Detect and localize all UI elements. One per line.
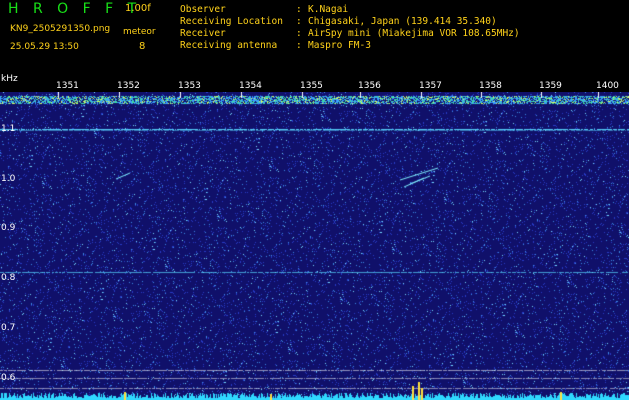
info-separator: : — [296, 28, 302, 39]
meteor-label: meteor — [123, 27, 156, 37]
y-tick-label: 0.9 — [1, 223, 16, 233]
y-tick-label: 1.0 — [1, 174, 16, 184]
info-separator: : — [296, 4, 302, 15]
y-tick-label: 0.7 — [1, 323, 16, 333]
x-tick-label: 1356 — [358, 81, 381, 91]
meteor-count: 8 — [139, 41, 146, 52]
x-tick-label: 1352 — [117, 81, 140, 91]
x-tick-label: 1354 — [239, 81, 262, 91]
info-separator: : — [296, 16, 302, 27]
x-tick-label: 1359 — [539, 81, 562, 91]
x-tick-label: 1351 — [56, 81, 79, 91]
info-label-location: Receiving Location — [180, 16, 283, 27]
x-tick-label: 1357 — [419, 81, 442, 91]
info-label-observer: Observer — [180, 4, 226, 15]
y-tick-label: 0.8 — [1, 273, 16, 283]
y-tick-label: 0.6 — [1, 373, 16, 383]
spectrogram-canvas — [0, 92, 629, 400]
info-label-receiver: Receiver — [180, 28, 226, 39]
version-label: 1.00f — [125, 3, 151, 14]
x-tick-label: 1400 — [596, 81, 619, 91]
hroft-window: H R O F F T 1.00f KN9_2505291350.png 25.… — [0, 0, 629, 400]
x-tick-label: 1353 — [178, 81, 201, 91]
x-tick-label: 1355 — [300, 81, 323, 91]
info-separator: : — [296, 40, 302, 51]
y-tick-label: 1.1 — [1, 124, 16, 134]
y-axis-unit: kHz — [1, 74, 18, 84]
app-title: H R O F F T — [8, 1, 142, 17]
info-label-antenna: Receiving antenna — [180, 40, 278, 51]
info-value-receiver: AirSpy mini (Miakejima VOR 108.65MHz) — [308, 28, 520, 39]
x-tick-label: 1358 — [479, 81, 502, 91]
filename-label: KN9_2505291350.png — [10, 24, 111, 34]
info-value-location: Chigasaki, Japan (139.414 35.340) — [308, 16, 497, 27]
info-value-observer: K.Nagai — [308, 4, 349, 15]
timestamp-label: 25.05.29 13:50 — [10, 42, 79, 52]
info-value-antenna: Maspro FM-3 — [308, 40, 371, 51]
